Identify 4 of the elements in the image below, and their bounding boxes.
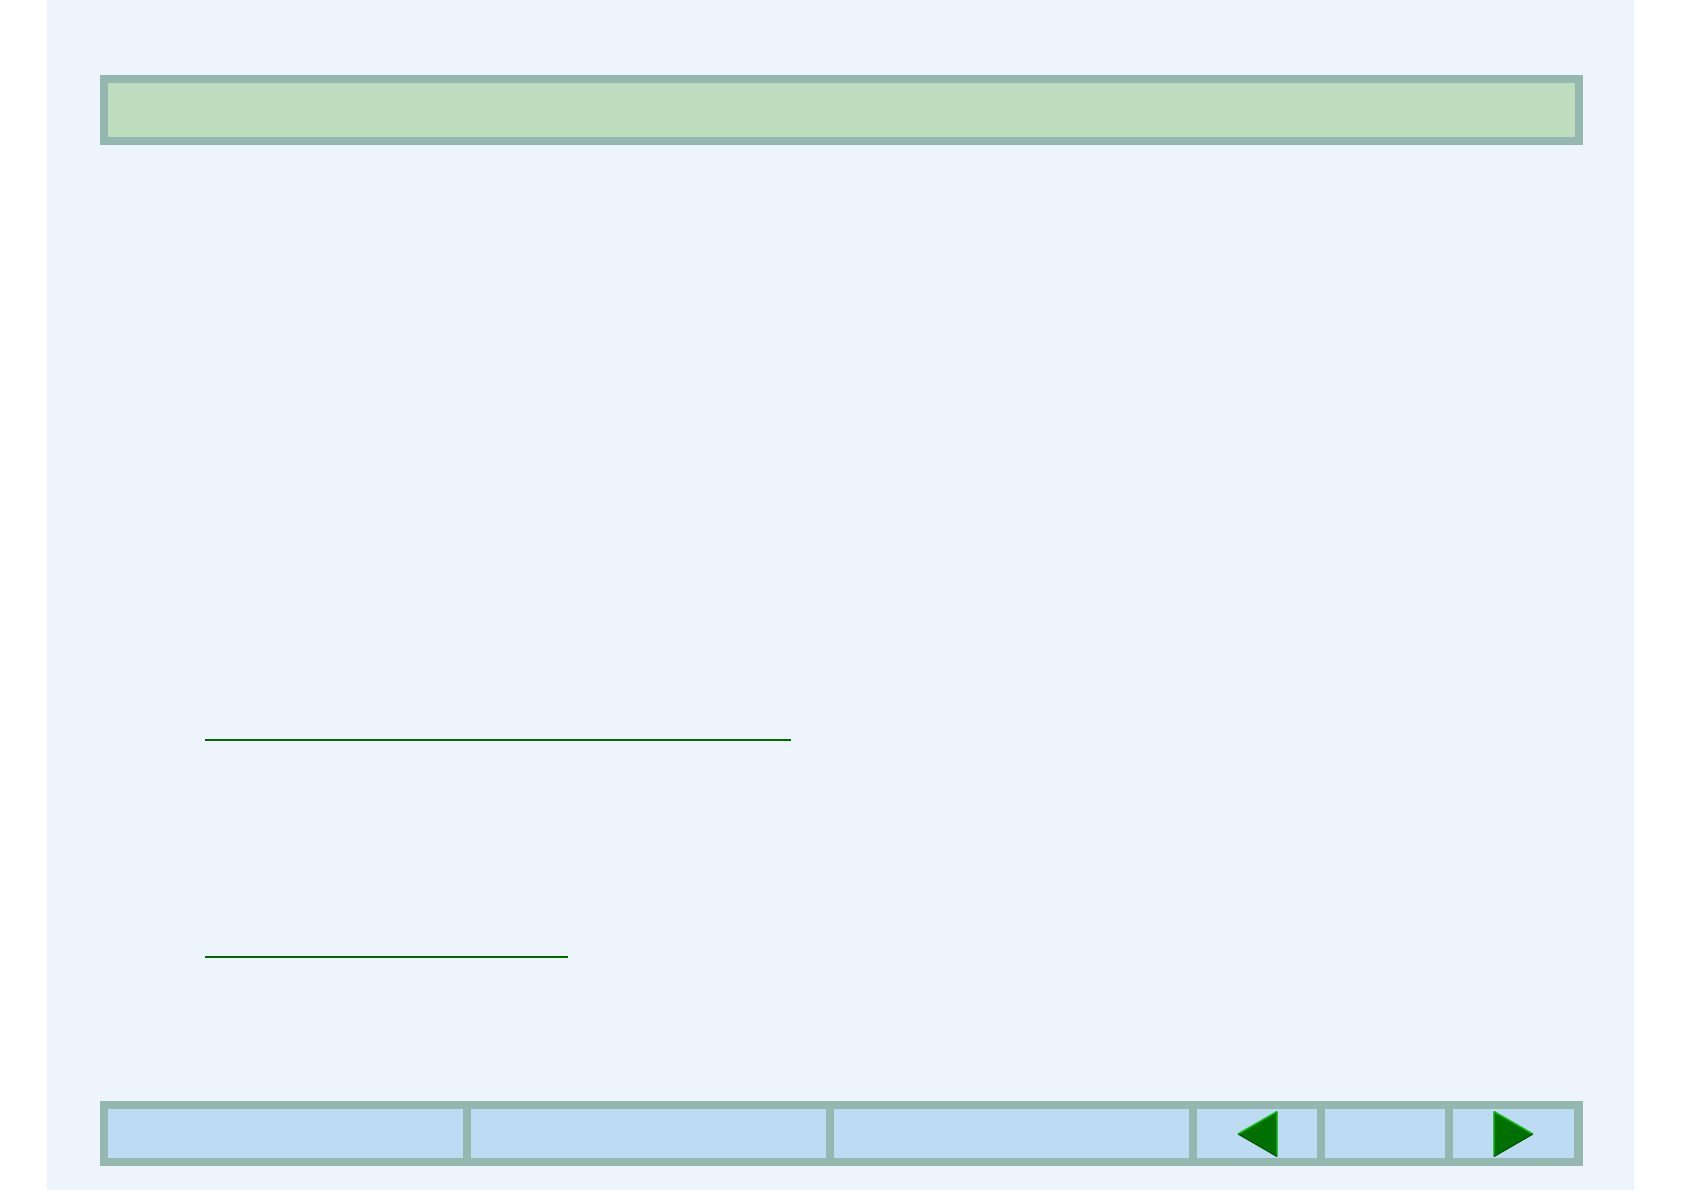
left-triangle-icon: [1236, 1110, 1278, 1157]
right-triangle-icon: [1493, 1110, 1534, 1157]
next-button[interactable]: [1453, 1109, 1574, 1158]
previous-button[interactable]: [1197, 1109, 1317, 1158]
